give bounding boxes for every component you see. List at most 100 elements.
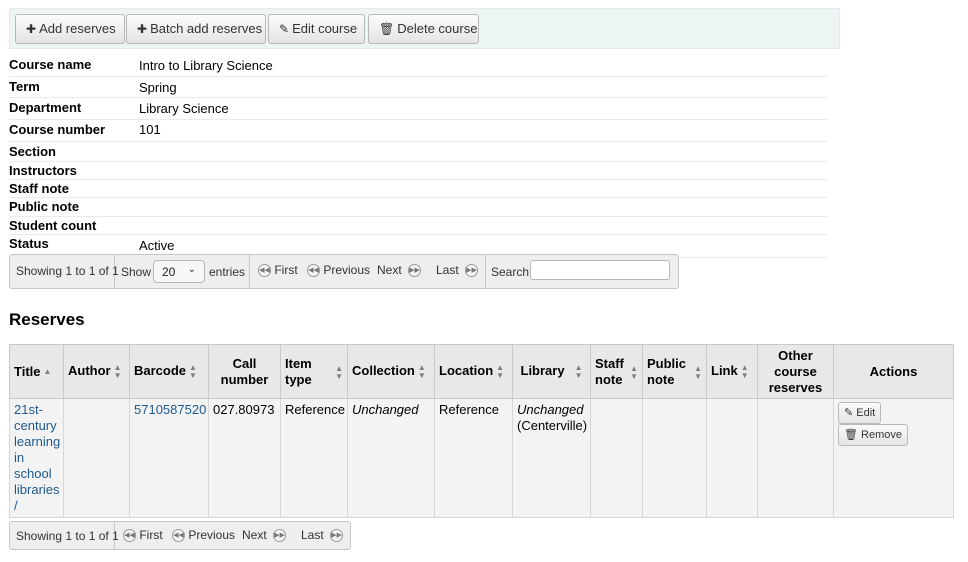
col-other-label-2: course	[774, 363, 817, 379]
add-reserves-button[interactable]: ✚ Add reserves	[15, 14, 125, 44]
course-number-value: 101	[139, 122, 161, 137]
detail-row-instructors: Instructors	[9, 162, 827, 180]
col-header-location[interactable]: Location ▲ ▼	[434, 344, 513, 399]
col-other-label-1: Other	[778, 347, 813, 363]
col-header-title[interactable]: Title ▲	[9, 344, 64, 399]
col-location-label: Location	[439, 363, 494, 379]
reserves-header-row: Title ▲ Author ▲ ▼ Barcode ▲ ▼ Call number Ite…	[9, 344, 954, 399]
delete-course-button[interactable]: 🗑 Delete course	[368, 14, 479, 44]
entries-label: entries	[209, 265, 246, 279]
cell-author	[63, 398, 130, 518]
barcode-link[interactable]: 5710587520	[134, 402, 206, 417]
remove-reserve-button[interactable]: 🗑 Remove	[838, 424, 908, 446]
cell-link	[706, 398, 758, 518]
top-last-button[interactable]: Last ▶▶	[436, 263, 479, 278]
col-header-link[interactable]: Link ▲ ▼	[706, 344, 758, 399]
col-header-library[interactable]: Library ▲ ▼	[512, 344, 591, 399]
staff-note-label: Staff note	[9, 181, 69, 196]
course-name-label: Course name	[9, 57, 92, 72]
col-header-collection[interactable]: Collection ▲ ▼	[347, 344, 435, 399]
top-last-label: Last	[436, 263, 459, 277]
col-public-note-label-2: note	[647, 371, 675, 387]
col-actions-label: Actions	[869, 363, 918, 379]
trash-icon: 🗑	[379, 22, 395, 36]
top-pager: Showing 1 to 1 of 1 Show 20 ⌄ entries ◀◀…	[9, 254, 679, 289]
col-header-staff-note[interactable]: Staff note ▲ ▼	[590, 344, 643, 399]
col-staff-note-label-1: Staff	[595, 355, 624, 371]
detail-row-course-name: Course name Intro to Library Science	[9, 54, 827, 77]
sort-both-icon: ▲ ▼	[417, 362, 426, 380]
first-page-icon: ◀◀	[123, 529, 136, 543]
detail-row-public-note: Public note	[9, 198, 827, 217]
cell-public-note	[642, 398, 707, 518]
sort-both-icon: ▲ ▼	[740, 362, 749, 380]
bottom-pager: Showing 1 to 1 of 1 ◀◀ First ◀◀ Previous…	[9, 521, 351, 550]
cell-other-reserves	[757, 398, 834, 518]
top-showing-text: Showing 1 to 1 of 1	[16, 264, 119, 278]
detail-row-department: Department Library Science	[9, 98, 827, 120]
batch-add-reserves-button[interactable]: ✚ Batch add reserves	[126, 14, 266, 44]
instructors-label: Instructors	[9, 163, 77, 178]
col-header-other-course-reserves: Other course reserves	[757, 344, 834, 399]
cell-actions: ✎ Edit🗑 Remove	[833, 398, 954, 518]
bottom-next-button[interactable]: Next ▶▶	[242, 528, 287, 543]
next-page-icon: ▶▶	[273, 529, 287, 543]
col-header-call-number[interactable]: Call number	[208, 344, 281, 399]
sort-both-icon: ▲ ▼	[189, 362, 197, 380]
pencil-icon: ✎	[279, 22, 290, 36]
top-previous-button[interactable]: ◀◀ Previous	[307, 263, 370, 278]
detail-row-course-number: Course number 101	[9, 120, 827, 142]
sort-both-icon: ▲ ▼	[574, 362, 583, 380]
status-label: Status	[9, 236, 49, 251]
cell-library: Unchanged (Centerville)	[512, 398, 591, 518]
col-call-number-label-1: Call	[232, 355, 257, 371]
col-header-item-type[interactable]: Item type ▲ ▼	[280, 344, 348, 399]
col-author-label: Author	[68, 363, 111, 379]
bottom-previous-label: Previous	[188, 528, 236, 542]
bottom-first-button[interactable]: ◀◀ First	[123, 528, 163, 543]
bottom-last-button[interactable]: Last ▶▶	[301, 528, 344, 543]
edit-reserve-button[interactable]: ✎ Edit	[838, 402, 882, 424]
top-next-button[interactable]: Next ▶▶	[377, 263, 422, 278]
col-item-type-label-2: type	[285, 371, 312, 387]
pencil-icon: ✎	[844, 407, 854, 419]
col-item-type-label-1: Item	[285, 355, 312, 371]
col-collection-label: Collection	[352, 363, 415, 379]
col-title-label: Title	[14, 363, 41, 379]
trash-icon: 🗑	[844, 429, 858, 441]
first-page-icon: ◀◀	[258, 264, 271, 278]
col-header-author[interactable]: Author ▲ ▼	[63, 344, 130, 399]
course-toolbar: ✚ Add reserves ✚ Batch add reserves ✎ Edit …	[9, 8, 840, 49]
reserves-table: Title ▲ Author ▲ ▼ Barcode ▲ ▼ Call number Ite…	[9, 344, 954, 518]
term-label: Term	[9, 79, 40, 94]
last-page-icon: ▶▶	[330, 529, 344, 543]
search-label: Search:	[491, 265, 533, 279]
top-next-label: Next	[377, 263, 402, 277]
col-header-actions: Actions	[833, 344, 954, 399]
edit-reserve-label: Edit	[856, 407, 876, 419]
col-header-barcode[interactable]: Barcode ▲ ▼	[129, 344, 209, 399]
search-input[interactable]	[530, 260, 670, 280]
table-row: 21st-century learning in school librarie…	[9, 398, 954, 518]
detail-row-section: Section	[9, 142, 827, 162]
show-label: Show	[121, 265, 152, 279]
next-page-icon: ▶▶	[408, 264, 422, 278]
previous-page-icon: ◀◀	[172, 529, 185, 543]
col-header-public-note[interactable]: Public note ▲ ▼	[642, 344, 707, 399]
cell-staff-note	[590, 398, 643, 518]
edit-course-button[interactable]: ✎ Edit course	[268, 14, 365, 44]
top-first-label: First	[274, 263, 298, 277]
reserves-heading: Reserves	[9, 310, 85, 329]
sort-both-icon: ▲ ▼	[113, 362, 122, 380]
entries-select[interactable]: 20 ⌄	[153, 260, 205, 283]
col-link-label: Link	[711, 363, 738, 379]
top-first-button[interactable]: ◀◀ First	[258, 263, 298, 278]
title-link[interactable]: 21st-century learning in school librarie…	[14, 402, 60, 513]
term-value: Spring	[139, 80, 177, 95]
bottom-next-label: Next	[242, 528, 267, 542]
bottom-previous-button[interactable]: ◀◀ Previous	[172, 528, 236, 543]
cell-title: 21st-century learning in school librarie…	[9, 398, 64, 518]
cell-call-number: 027.80973	[208, 398, 281, 518]
department-label: Department	[9, 100, 82, 115]
library-status: Unchanged	[517, 402, 584, 417]
